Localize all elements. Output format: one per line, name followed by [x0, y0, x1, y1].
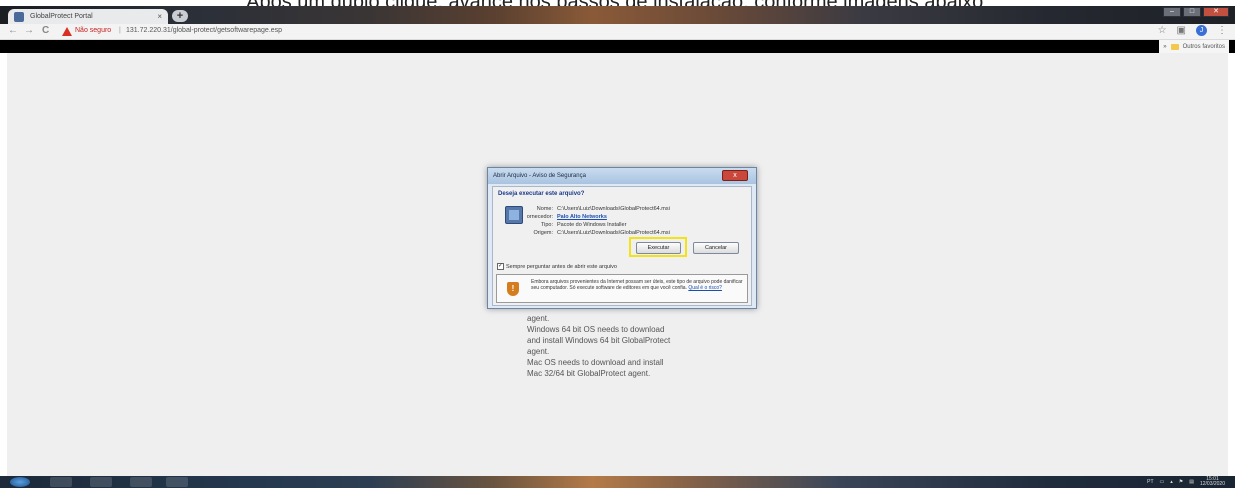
info-line: Mac OS needs to download and install	[527, 358, 664, 367]
field-type-value: Pacote do Windows Installer	[557, 222, 627, 228]
url-separator: |	[119, 27, 121, 34]
window-controls: – □ ✕	[1163, 7, 1229, 17]
info-line: Windows 64 bit OS needs to download	[527, 325, 665, 334]
maximize-button[interactable]: □	[1183, 7, 1201, 17]
clock[interactable]: 15:01 12/03/2020	[1200, 477, 1225, 487]
media-taskbar-icon[interactable]	[130, 477, 152, 487]
bookmarks-bar: » Outros favoritos	[0, 40, 1235, 53]
extension-icon[interactable]: ▣	[1177, 25, 1186, 36]
bookmark-star-icon[interactable]: ☆	[1158, 25, 1167, 36]
folder-icon	[1170, 43, 1179, 50]
browser-toolbar: ← → C Não seguro | 131.72.220.31/global-…	[0, 24, 1235, 40]
other-bookmarks[interactable]: » Outros favoritos	[1159, 40, 1229, 53]
browser-tab-strip: GlobalProtect Portal × + – □ ✕	[0, 6, 1235, 24]
globalprotect-favicon-icon	[14, 11, 24, 22]
forward-arrow-icon[interactable]: →	[24, 25, 34, 36]
address-bar-url[interactable]: 131.72.220.31/global-protect/getsoftware…	[126, 27, 282, 34]
dialog-title: Abrir Arquivo - Aviso de Segurança	[493, 173, 586, 179]
field-name-label: Nome:	[536, 206, 553, 212]
browser-tab[interactable]: GlobalProtect Portal ×	[8, 9, 168, 24]
field-name-value: C:\Users\Luiz\Downloads\GlobalProtect64.…	[557, 206, 670, 212]
tab-close-icon[interactable]: ×	[157, 12, 162, 21]
keyboard-icon[interactable]: ▭	[1160, 479, 1165, 485]
explorer-taskbar-icon[interactable]	[90, 477, 112, 487]
network-icon[interactable]: ▤	[1189, 479, 1194, 485]
risk-link[interactable]: Qual é o risco?	[688, 285, 722, 291]
download-instructions: agent. Windows 64 bit OS needs to downlo…	[527, 313, 670, 379]
info-line: agent.	[527, 314, 550, 323]
field-type-label: Tipo:	[540, 222, 553, 228]
bookmarks-overflow-icon[interactable]: »	[1163, 44, 1166, 50]
profile-avatar[interactable]: J	[1196, 25, 1207, 36]
info-line: Mac 32/64 bit GlobalProtect agent.	[527, 369, 651, 378]
dialog-close-button[interactable]: x	[722, 170, 748, 181]
field-name: Nome: C:\Users\Luiz\Downloads\GlobalProt…	[493, 206, 753, 214]
cancel-button[interactable]: Cancelar	[693, 242, 739, 254]
toolbar-right-actions: ☆ ▣ J ⋮	[1158, 25, 1227, 36]
security-label[interactable]: Não seguro	[75, 27, 111, 34]
tab-title: GlobalProtect Portal	[30, 13, 93, 20]
windows-taskbar: PT ▭ ▴ ⚑ ▤ 15:01 12/03/2020	[0, 476, 1235, 488]
field-type: Tipo: Pacote do Windows Installer	[493, 222, 753, 230]
window-close-button[interactable]: ✕	[1203, 7, 1229, 17]
ie-taskbar-icon[interactable]	[50, 477, 72, 487]
not-secure-warning-icon[interactable]	[62, 27, 72, 36]
browser-menu-icon[interactable]: ⋮	[1217, 25, 1227, 36]
clock-date: 12/03/2020	[1199, 481, 1225, 487]
field-publisher: ornecedor: Palo Alto Networks	[493, 214, 753, 222]
field-origin: Origem: C:\Users\Luiz\Downloads\GlobalPr…	[493, 230, 753, 238]
always-ask-checkbox[interactable]: ✓	[497, 263, 504, 270]
system-tray: PT ▭ ▴ ⚑ ▤ 15:01 12/03/2020	[1147, 477, 1225, 487]
show-hidden-icons-icon[interactable]: ▴	[1170, 479, 1173, 485]
publisher-link[interactable]: Palo Alto Networks	[557, 214, 607, 220]
start-button-icon[interactable]	[10, 477, 30, 487]
screenshot-root: Após um duplo clique, avance nos passos …	[0, 0, 1235, 488]
other-bookmarks-label: Outros favoritos	[1182, 43, 1225, 50]
minimize-button[interactable]: –	[1163, 7, 1181, 17]
dialog-title-bar[interactable]: Abrir Arquivo - Aviso de Segurança x	[488, 168, 756, 184]
run-button[interactable]: Executar	[636, 242, 681, 254]
security-warning-dialog: Abrir Arquivo - Aviso de Segurança x Des…	[487, 167, 757, 309]
dialog-question: Deseja executar este arquivo?	[498, 191, 585, 197]
field-publisher-label: ornecedor:	[526, 214, 553, 220]
dialog-body: Deseja executar este arquivo? Nome: C:\U…	[492, 186, 752, 306]
flag-icon[interactable]: ⚑	[1179, 479, 1183, 485]
info-line: and install Windows 64 bit GlobalProtect	[527, 336, 671, 345]
chrome-taskbar-icon[interactable]	[166, 477, 188, 487]
reload-icon[interactable]: C	[42, 25, 49, 36]
warning-text: Embora arquivos provenientes da Internet…	[531, 279, 743, 291]
field-origin-label: Origem:	[533, 230, 553, 236]
warning-panel: ! Embora arquivos provenientes da Intern…	[496, 274, 748, 303]
new-tab-button[interactable]: +	[172, 10, 188, 22]
language-indicator[interactable]: PT	[1147, 479, 1153, 485]
info-line: agent.	[527, 347, 550, 356]
field-origin-value: C:\Users\Luiz\Downloads\GlobalProtect64.…	[557, 230, 670, 236]
back-arrow-icon[interactable]: ←	[8, 25, 18, 36]
shield-warning-icon: !	[507, 282, 519, 296]
always-ask-label[interactable]: Sempre perguntar antes de abrir este arq…	[506, 264, 617, 270]
